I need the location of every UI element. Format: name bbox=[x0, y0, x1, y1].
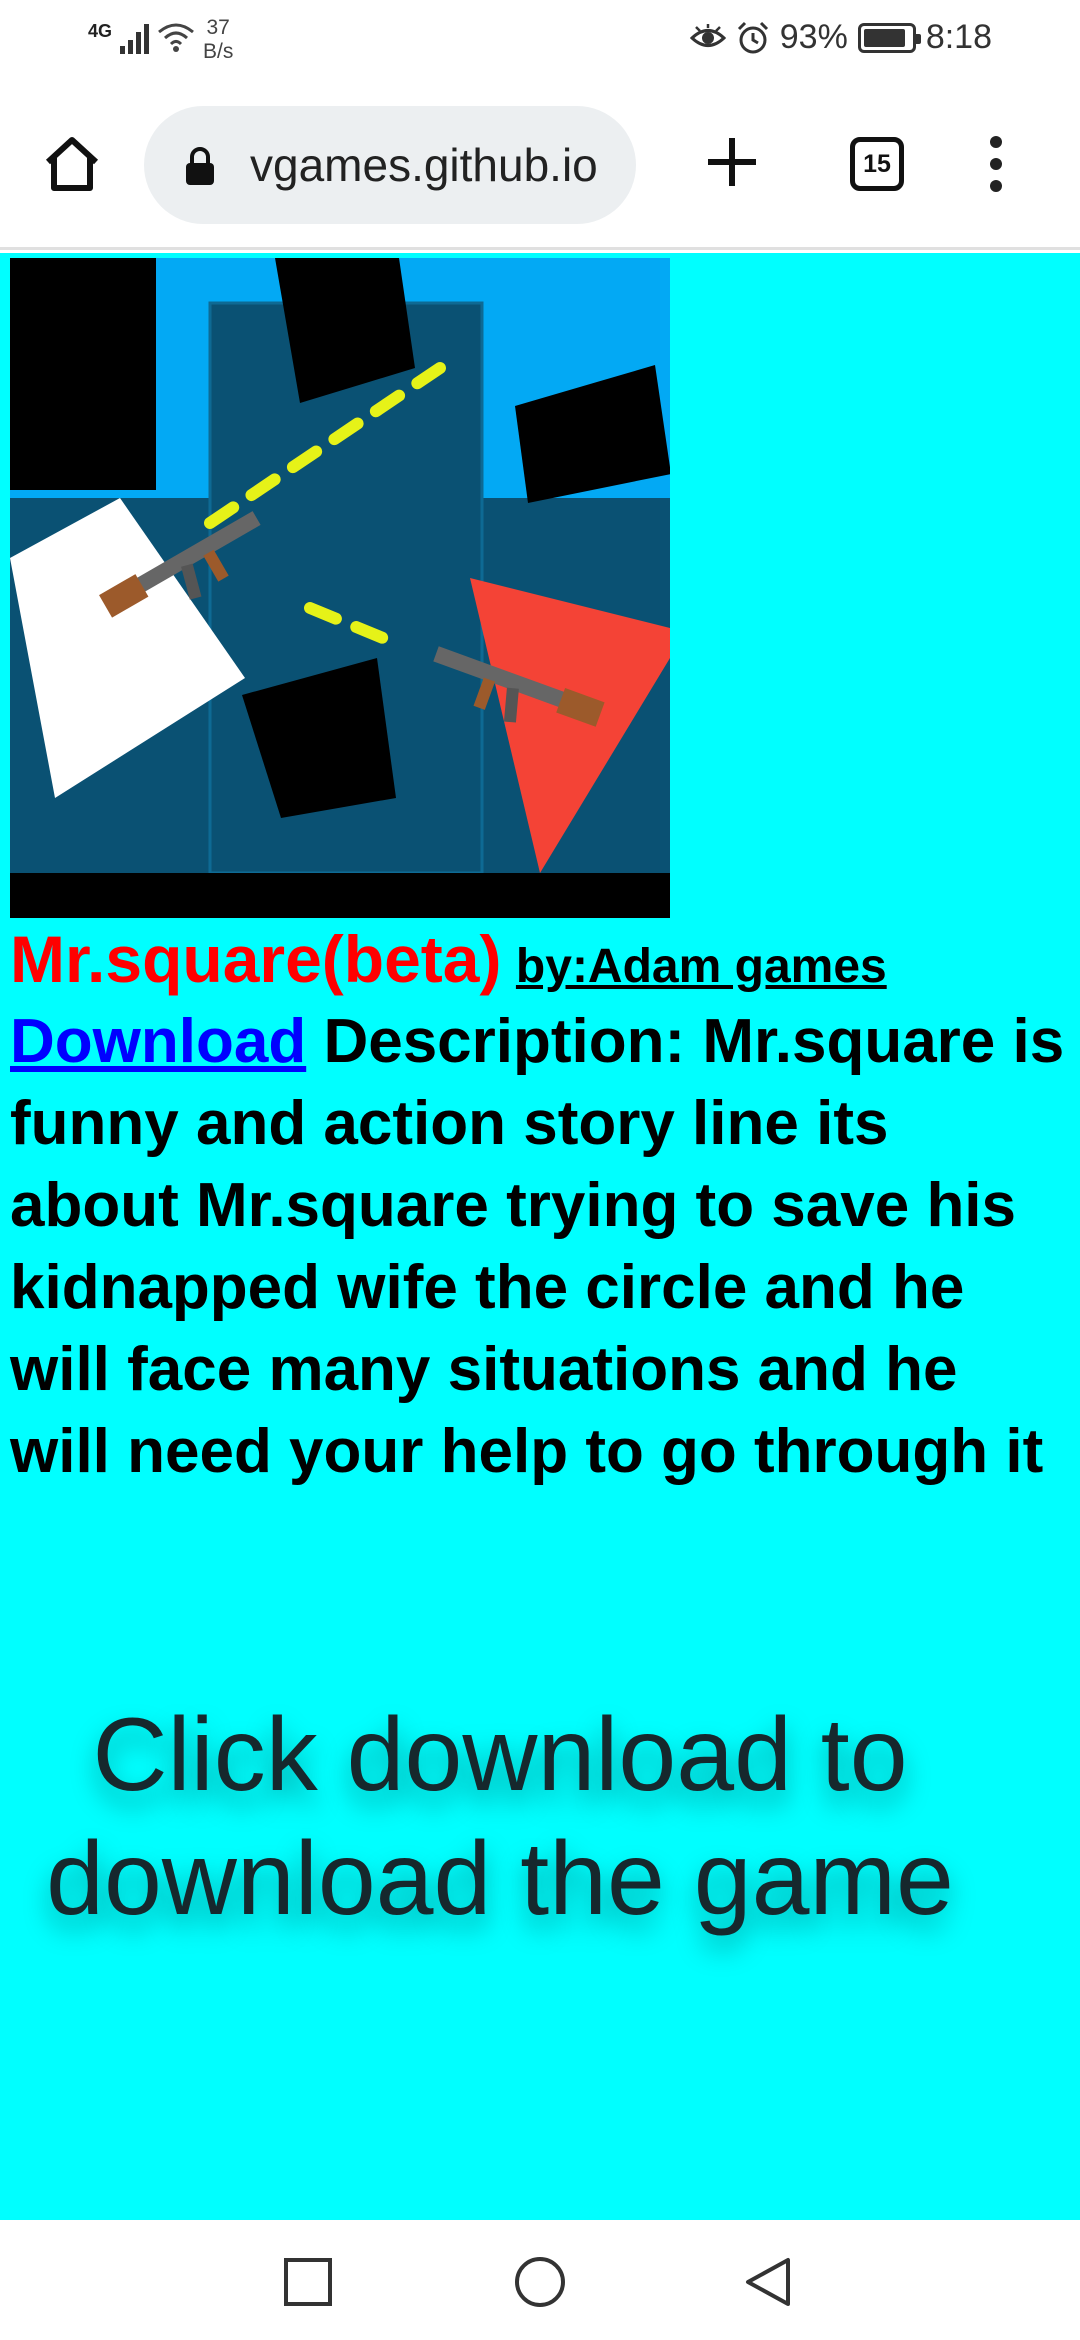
network-speed: 37 B/s bbox=[203, 16, 233, 64]
description-label: Description: bbox=[323, 1007, 686, 1076]
battery-percent: 93% bbox=[779, 18, 848, 56]
game-cover-image bbox=[10, 258, 670, 918]
lock-icon bbox=[186, 147, 214, 185]
navigation-bar bbox=[0, 2220, 1080, 2340]
signal-icon bbox=[120, 20, 150, 54]
download-link[interactable]: Download bbox=[10, 1007, 306, 1076]
battery-icon bbox=[857, 22, 921, 53]
alarm-icon bbox=[737, 21, 768, 53]
network-type: 4G bbox=[88, 21, 113, 41]
page-content: Mr.square(beta) by:Adam games Download D… bbox=[0, 253, 1080, 2220]
author-link[interactable]: by:Adam games bbox=[516, 940, 887, 993]
game-title-line: Mr.square(beta) by:Adam games bbox=[10, 921, 1070, 997]
speed-unit: B/s bbox=[203, 40, 234, 63]
circle-icon[interactable] bbox=[512, 2254, 568, 2310]
more-vertical-icon[interactable] bbox=[986, 136, 1006, 192]
plus-icon[interactable] bbox=[706, 136, 758, 188]
tab-switcher-button[interactable]: 15 bbox=[850, 137, 904, 191]
wifi-icon bbox=[158, 23, 194, 52]
description-block: Download Description: Mr.square is funny… bbox=[10, 1001, 1070, 1493]
download-instructions: Click download to download the game bbox=[46, 1697, 954, 1937]
status-bar: 4G 37 B/s 93% 8:18 bbox=[0, 0, 1080, 80]
status-left: 4G 37 B/s bbox=[88, 16, 233, 64]
address-bar[interactable]: vgames.github.io bbox=[144, 106, 636, 224]
status-right: 93% 8:18 bbox=[689, 18, 992, 57]
browser-toolbar: vgames.github.io 15 bbox=[0, 80, 1080, 250]
game-title: Mr.square(beta) bbox=[10, 922, 502, 996]
speed-value: 37 bbox=[206, 16, 230, 39]
square-icon[interactable] bbox=[280, 2254, 336, 2310]
home-icon[interactable] bbox=[40, 132, 104, 196]
url-text[interactable]: vgames.github.io bbox=[250, 138, 620, 192]
clock: 8:18 bbox=[925, 18, 992, 56]
description-text: Mr.square is funny and action story line… bbox=[10, 1007, 1065, 1486]
triangle-back-icon[interactable] bbox=[742, 2254, 798, 2310]
eye-icon bbox=[689, 23, 726, 47]
